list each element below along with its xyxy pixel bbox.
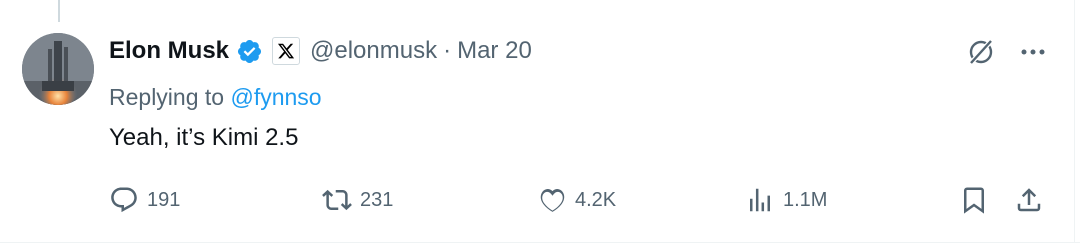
thread-connector-line	[58, 0, 60, 22]
like-count: 4.2K	[575, 188, 617, 211]
more-icon[interactable]	[1018, 37, 1048, 67]
author-name[interactable]: Elon Musk	[109, 37, 229, 65]
repost-icon	[322, 189, 352, 211]
share-button[interactable]	[1014, 180, 1044, 220]
tweet-header: Elon Musk @elonmusk · Mar 20	[109, 33, 532, 69]
replying-to-label: Replying to	[109, 84, 225, 110]
share-icon	[1017, 188, 1041, 212]
replying-to-line: Replying to @fynnso	[109, 84, 322, 111]
reply-icon	[111, 187, 137, 213]
tweet-card[interactable]: Elon Musk @elonmusk · Mar 20 Replying to…	[0, 0, 1080, 243]
reply-count: 191	[147, 188, 181, 211]
avatar[interactable]	[22, 33, 94, 105]
x-logo-icon[interactable]	[272, 37, 301, 65]
heart-icon	[540, 188, 565, 212]
tweet-date[interactable]: Mar 20	[457, 37, 532, 65]
replying-to-mention[interactable]: @fynnso	[230, 84, 321, 110]
avatar-rocket-image	[22, 33, 94, 105]
separator-dot: ·	[443, 37, 452, 64]
tweet-text: Yeah, it’s Kimi 2.5	[109, 124, 299, 151]
views-icon	[750, 188, 770, 212]
repost-button[interactable]: 231	[322, 180, 393, 220]
grok-icon[interactable]	[966, 37, 996, 67]
views-count: 1.1M	[783, 188, 828, 211]
views-button[interactable]: 1.1M	[745, 180, 827, 220]
reply-button[interactable]: 191	[109, 180, 180, 220]
author-handle[interactable]: @elonmusk	[310, 37, 437, 65]
bookmark-button[interactable]	[959, 180, 989, 220]
tweet-action-bar: 191 231 4.2K 1.1M	[109, 180, 1049, 220]
repost-count: 231	[360, 188, 394, 211]
verified-badge-icon	[236, 38, 263, 65]
like-button[interactable]: 4.2K	[537, 180, 616, 220]
bookmark-icon	[964, 187, 984, 214]
column-right-border	[1074, 0, 1075, 243]
tweet-top-actions	[966, 37, 1048, 67]
